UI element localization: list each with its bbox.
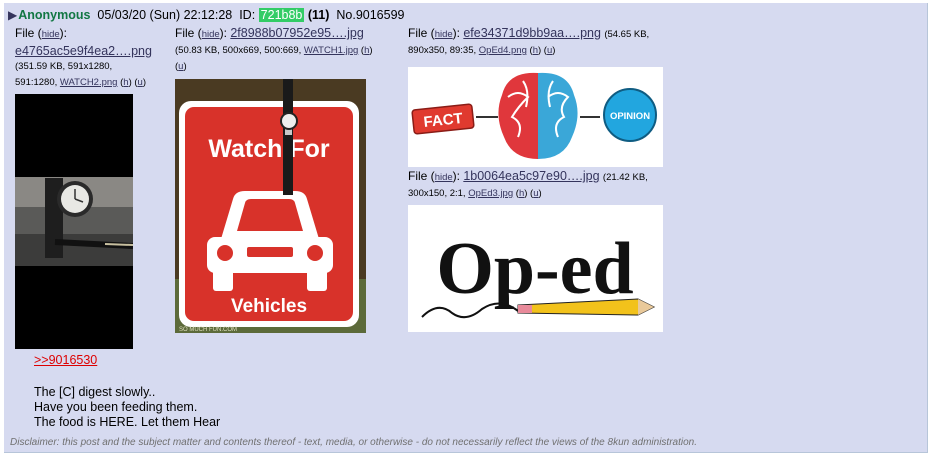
file-size-4: (21.42 KB, [602,172,648,183]
orig-name-1[interactable]: WATCH2.png [60,77,118,88]
quote-link[interactable]: >>9016530 [34,353,97,367]
file-info-1: File (hide): e4765ac5e9f4ea2….png (351.5… [15,26,152,88]
post-number[interactable]: No.9016599 [336,8,404,22]
body-line-1: The [C] digest slowly.. [34,385,156,399]
orig-name-2[interactable]: WATCH1.jpg [304,45,358,56]
file-info-4: File (hide): 1b0064ea5c97e90….jpg (21.42… [408,169,648,199]
sign-text-bottom: Vehicles [231,296,307,317]
hide-link[interactable]: hide [435,172,453,183]
id-label: ID: [239,8,256,22]
oped-text: Op-ed [436,228,633,310]
poster-name: Anonymous [18,8,91,22]
fact-opinion-brain: FACT OPINION [411,72,657,159]
u-link[interactable]: u [178,61,183,72]
file-link-3[interactable]: efe34371d9bb9aa….png [463,26,601,40]
file-link-4[interactable]: 1b0064ea5c97e90….jpg [463,169,599,183]
post-toggle-icon[interactable]: ▶ [8,8,17,22]
file-info-2: File (hide): 2f8988b07952e95….jpg (50.83… [175,26,373,72]
image-thumbnail-2[interactable]: Watch For Vehicles SO MUCH FUN.COM [175,79,366,333]
h-link[interactable]: h [533,45,538,56]
file-label: File [15,26,35,40]
image-thumbnail-4[interactable]: Op-ed [408,205,663,332]
poster-id[interactable]: 721b8b [258,8,305,22]
image-thumbnail-3[interactable]: FACT OPINION [408,67,663,167]
orig-name-3[interactable]: OpEd4.png [479,45,527,56]
disclaimer: Disclaimer: this post and the subject ma… [10,437,697,448]
h-link[interactable]: h [123,77,128,88]
post-intro: ▶Anonymous 05/03/20 (Sun) 22:12:28 ID: 7… [8,8,405,22]
post-container: ▶Anonymous 05/03/20 (Sun) 22:12:28 ID: 7… [4,3,928,453]
file-label: File [408,26,428,40]
h-link[interactable]: h [364,45,369,56]
file-ratio-4: 300x150, 2:1, [408,188,466,199]
watermark: SO MUCH FUN.COM [179,327,237,333]
u-link[interactable]: u [533,188,538,199]
file-link-1[interactable]: e4765ac5e9f4ea2….png [15,44,152,58]
file-info-3: File (hide): efe34371d9bb9aa….png (54.65… [408,26,650,56]
file-label: File [408,169,428,183]
file-link-2[interactable]: 2f8988b07952e95….jpg [230,26,363,40]
body-line-2: Have you been feeding them. [34,400,198,414]
body-line-3: The food is HERE. Let them Hear [34,415,221,429]
oped-image: Op-ed [421,228,656,319]
watch-sign-photo: Watch For Vehicles SO MUCH FUN.COM [175,79,366,333]
hide-link[interactable]: hide [202,29,220,40]
post-count: (11) [307,8,330,22]
u-link[interactable]: u [547,45,552,56]
image-thumbnail-1[interactable] [15,94,133,349]
file-size-1: (351.59 KB, 591x1280, [15,61,113,72]
file-label: File [175,26,195,40]
orig-name-4[interactable]: OpEd3.jpg [468,188,513,199]
hide-link[interactable]: hide [42,29,60,40]
file-ratio-1: 591:1280, [15,77,58,88]
h-link[interactable]: h [519,188,524,199]
u-link[interactable]: u [138,77,143,88]
watch-photo [15,177,133,266]
file-size-2: (50.83 KB, 500x669, 500:669, [175,45,302,56]
file-ratio-3: 890x350, 89:35, [408,45,477,56]
post-date: 05/03/20 (Sun) 22:12:28 [97,8,233,22]
sign-text-top: Watch For [208,135,330,163]
hide-link[interactable]: hide [435,29,453,40]
file-size-3: (54.65 KB, [604,29,650,40]
opinion-label: OPINION [610,111,650,122]
